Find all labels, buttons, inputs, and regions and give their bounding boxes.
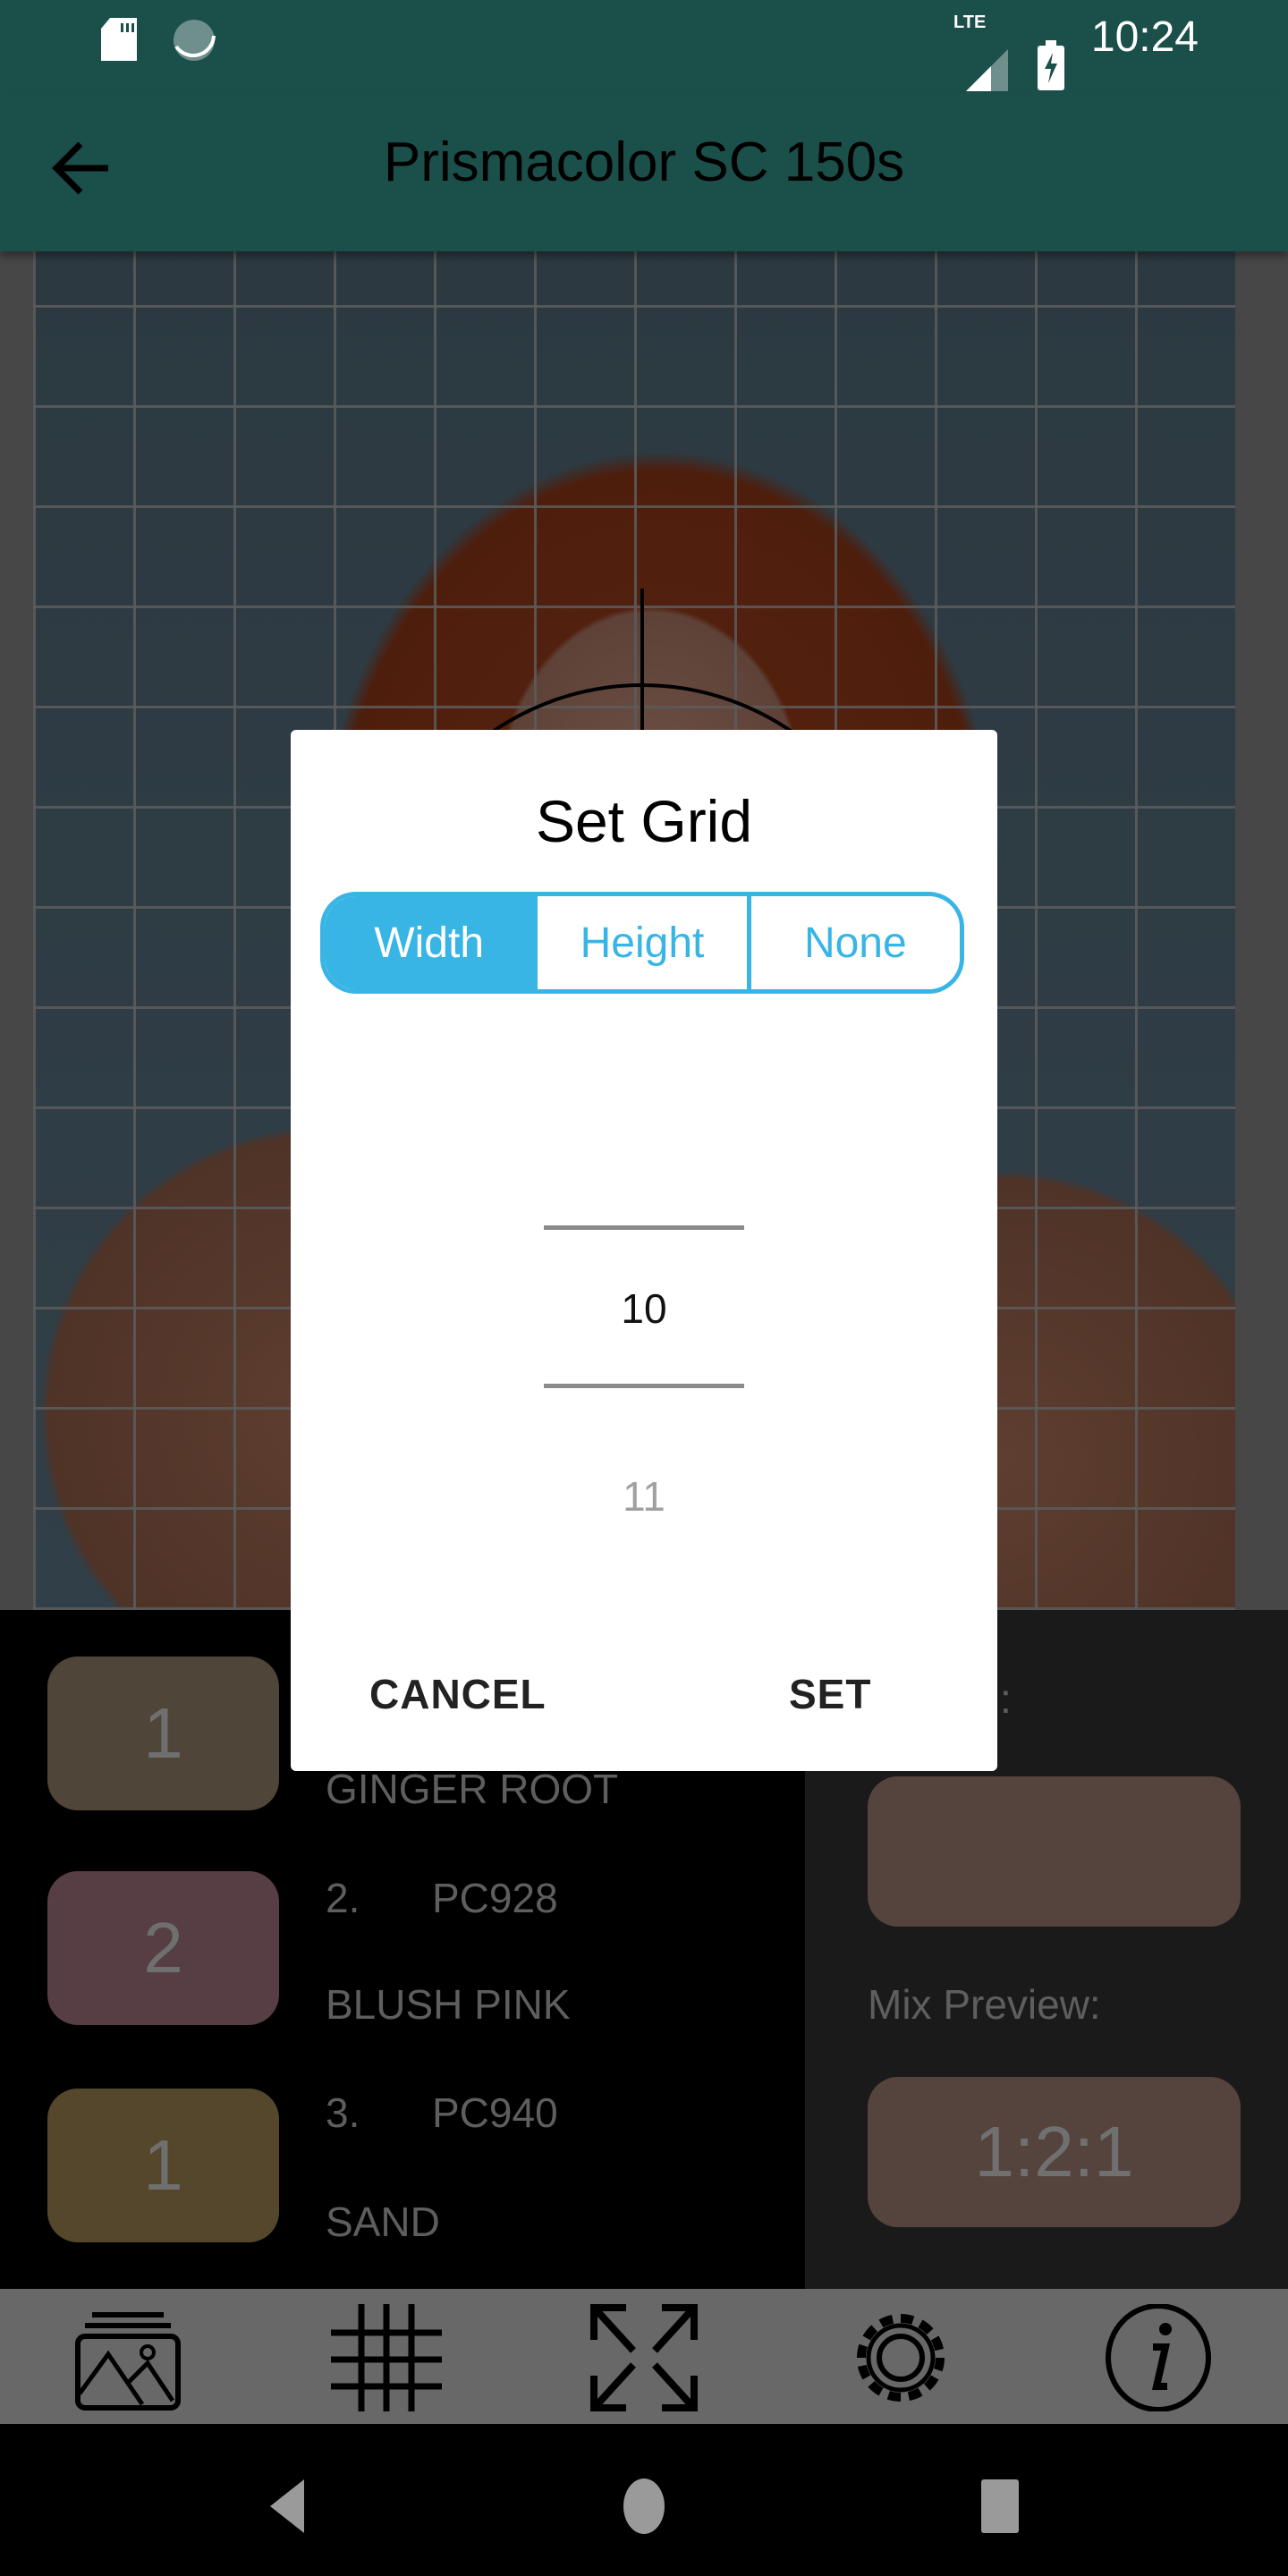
pencil-swatch[interactable]: 1 xyxy=(47,2089,279,2242)
pencil-number: 2. xyxy=(326,1875,360,1921)
grid-mode-segmented-control: Width Height None xyxy=(320,892,964,994)
mix-preview-label: Mix Preview: xyxy=(868,1981,1101,2028)
page-title: Prismacolor SC 150s xyxy=(383,131,905,193)
picker-divider-bottom xyxy=(544,1384,744,1388)
picker-next-value[interactable]: 11 xyxy=(291,1472,997,1521)
settings-icon[interactable] xyxy=(843,2304,959,2411)
battery-charging-icon xyxy=(1038,40,1064,90)
back-icon[interactable] xyxy=(268,2478,306,2535)
gallery-icon[interactable] xyxy=(70,2304,186,2411)
segment-height[interactable]: Height xyxy=(533,896,747,989)
grid-icon[interactable] xyxy=(328,2304,445,2411)
info-icon[interactable] xyxy=(1100,2304,1216,2411)
picker-selected-value[interactable]: 10 xyxy=(291,1284,997,1333)
mix-preview-box: 1:2:1 xyxy=(868,2077,1241,2227)
fullscreen-icon[interactable] xyxy=(586,2304,702,2411)
set-button[interactable]: SET xyxy=(789,1670,871,1718)
recents-icon[interactable] xyxy=(981,2479,1019,2533)
pencil-name: GINGER ROOT xyxy=(326,1766,619,1812)
dialog-title: Set Grid xyxy=(535,788,753,854)
pencil-code: PC940 xyxy=(432,2089,558,2136)
system-nav-bar xyxy=(0,2424,1288,2576)
set-grid-dialog: Set Grid Width Height None 10 11 CANCEL … xyxy=(291,730,997,1771)
pencil-name: SAND xyxy=(326,2199,440,2245)
color-label: : xyxy=(1000,1675,1012,1722)
sd-card-icon xyxy=(101,18,137,61)
picker-divider-top xyxy=(544,1225,744,1230)
cancel-button[interactable]: CANCEL xyxy=(369,1670,547,1718)
pencil-swatch[interactable]: 1 xyxy=(47,1657,279,1810)
home-icon[interactable] xyxy=(623,2478,665,2535)
selected-color-box xyxy=(868,1776,1241,1927)
pencil-number: 3. xyxy=(326,2089,360,2136)
pencil-code: PC928 xyxy=(432,1875,558,1921)
signal-icon xyxy=(966,49,1008,91)
clock: 10:24 xyxy=(1090,13,1199,61)
sync-icon xyxy=(174,20,216,61)
status-bar: LTE 10:24 xyxy=(0,0,1288,92)
segment-width[interactable]: Width xyxy=(325,896,534,989)
pencil-name: BLUSH PINK xyxy=(326,1981,571,2028)
segment-none[interactable]: None xyxy=(746,896,960,989)
network-type: LTE xyxy=(953,13,987,32)
pencil-swatch[interactable]: 2 xyxy=(47,1871,279,2025)
